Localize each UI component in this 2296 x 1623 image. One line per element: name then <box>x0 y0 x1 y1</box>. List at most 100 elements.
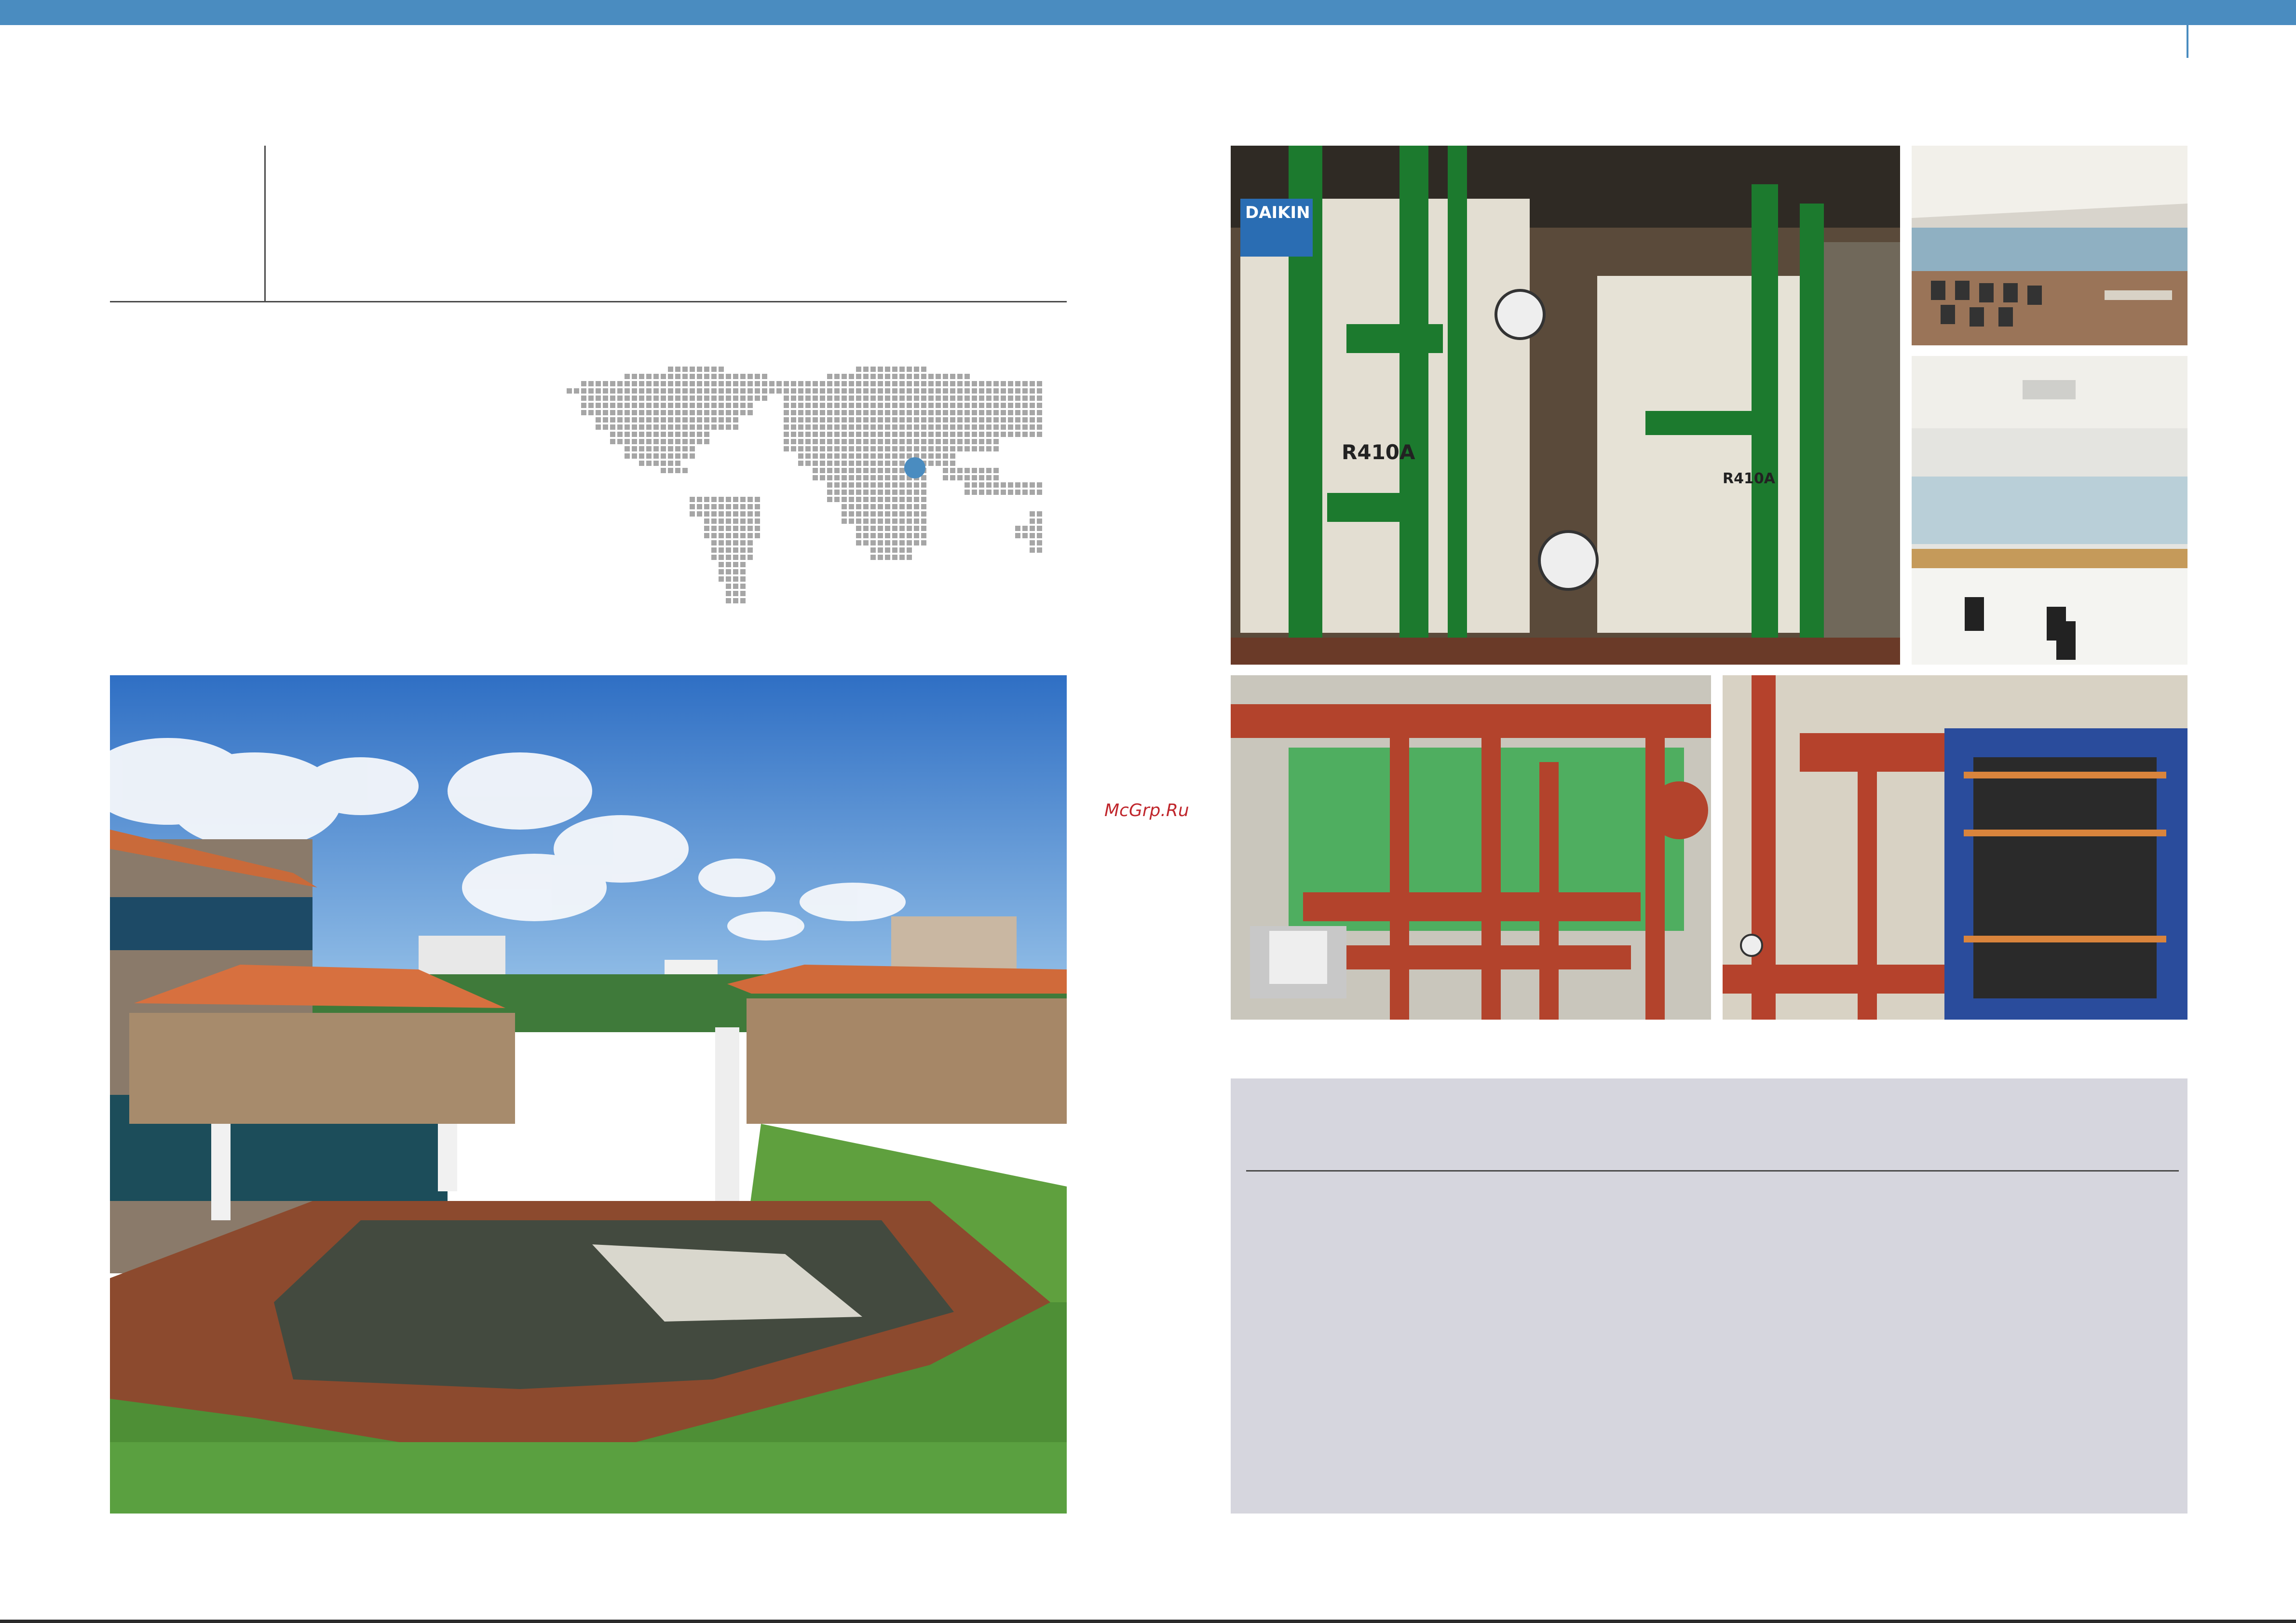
map-dot <box>827 490 832 495</box>
map-dot <box>993 403 999 408</box>
map-dot <box>719 504 724 509</box>
map-dot <box>682 439 688 444</box>
map-dot <box>1022 482 1028 488</box>
map-dot <box>653 432 659 437</box>
map-dot <box>957 410 963 415</box>
map-dot <box>950 381 955 386</box>
map-dot <box>661 424 666 430</box>
map-dot <box>957 475 963 480</box>
map-dot <box>870 381 876 386</box>
map-dot <box>704 403 709 408</box>
map-dot <box>784 381 789 386</box>
map-dot <box>791 439 796 444</box>
map-dot <box>827 446 832 451</box>
map-dot <box>1030 547 1035 553</box>
map-dot <box>740 518 746 524</box>
map-dot <box>726 526 731 531</box>
map-dot <box>870 461 876 466</box>
map-dot <box>914 374 919 379</box>
map-dot <box>675 367 680 372</box>
map-dot <box>863 403 869 408</box>
map-dot <box>928 417 934 423</box>
map-dot <box>682 388 688 394</box>
map-dot <box>928 410 934 415</box>
map-dot <box>1001 388 1006 394</box>
map-dot <box>979 396 984 401</box>
map-dot <box>755 396 760 401</box>
map-dot <box>820 403 825 408</box>
map-dot <box>784 446 789 451</box>
map-dot <box>1008 432 1013 437</box>
map-dot <box>740 533 746 538</box>
map-dot <box>820 446 825 451</box>
map-dot <box>1022 526 1028 531</box>
map-dot <box>849 410 854 415</box>
map-dot <box>588 410 594 415</box>
map-dot <box>596 403 601 408</box>
map-dot <box>813 424 818 430</box>
map-dot <box>921 511 926 517</box>
map-dot <box>1015 396 1020 401</box>
map-dot <box>690 403 695 408</box>
map-dot <box>726 424 731 430</box>
map-dot <box>726 417 731 423</box>
map-dot <box>733 518 738 524</box>
map-dot <box>1008 396 1013 401</box>
map-dot <box>957 432 963 437</box>
map-dot <box>711 511 717 517</box>
map-dot <box>740 511 746 517</box>
map-dot <box>682 403 688 408</box>
map-dot <box>863 468 869 473</box>
map-dot <box>907 540 912 546</box>
map-dot <box>653 446 659 451</box>
map-dot <box>719 547 724 553</box>
map-dot <box>936 453 941 459</box>
map-dot <box>878 432 883 437</box>
map-dot <box>834 388 840 394</box>
map-dot <box>610 432 615 437</box>
map-dot <box>892 518 897 524</box>
map-dot <box>697 367 702 372</box>
map-dot <box>899 533 905 538</box>
map-dot <box>907 547 912 553</box>
plate-heat-exchanger-photo <box>1723 675 2187 1020</box>
map-dot <box>791 432 796 437</box>
map-dot <box>711 533 717 538</box>
map-dot <box>661 388 666 394</box>
map-dot <box>972 482 977 488</box>
map-dot <box>972 424 977 430</box>
map-dot <box>719 555 724 560</box>
map-dot <box>834 381 840 386</box>
map-dot <box>740 403 746 408</box>
location-marker-icon <box>904 457 925 478</box>
map-dot <box>856 540 861 546</box>
map-dot <box>993 410 999 415</box>
map-dot <box>834 410 840 415</box>
map-dot <box>943 468 948 473</box>
map-dot <box>936 381 941 386</box>
map-dot <box>943 461 948 466</box>
map-dot <box>870 526 876 531</box>
map-dot <box>870 540 876 546</box>
map-dot <box>588 396 594 401</box>
map-dot <box>849 453 854 459</box>
map-dot <box>813 446 818 451</box>
map-dot <box>719 511 724 517</box>
map-dot <box>646 374 652 379</box>
map-dot <box>733 547 738 553</box>
map-dot <box>675 381 680 386</box>
map-dot <box>726 497 731 502</box>
map-dot <box>950 439 955 444</box>
page-corner-tick <box>2187 25 2188 58</box>
map-dot <box>834 396 840 401</box>
map-dot <box>986 439 992 444</box>
map-dot <box>704 381 709 386</box>
map-dot <box>885 388 890 394</box>
map-dot <box>625 388 630 394</box>
map-dot <box>798 446 803 451</box>
map-dot <box>726 555 731 560</box>
map-dot <box>863 526 869 531</box>
map-dot <box>632 453 637 459</box>
map-dot <box>617 381 623 386</box>
daikin-logo-text: DAIKIN <box>1245 203 1310 222</box>
